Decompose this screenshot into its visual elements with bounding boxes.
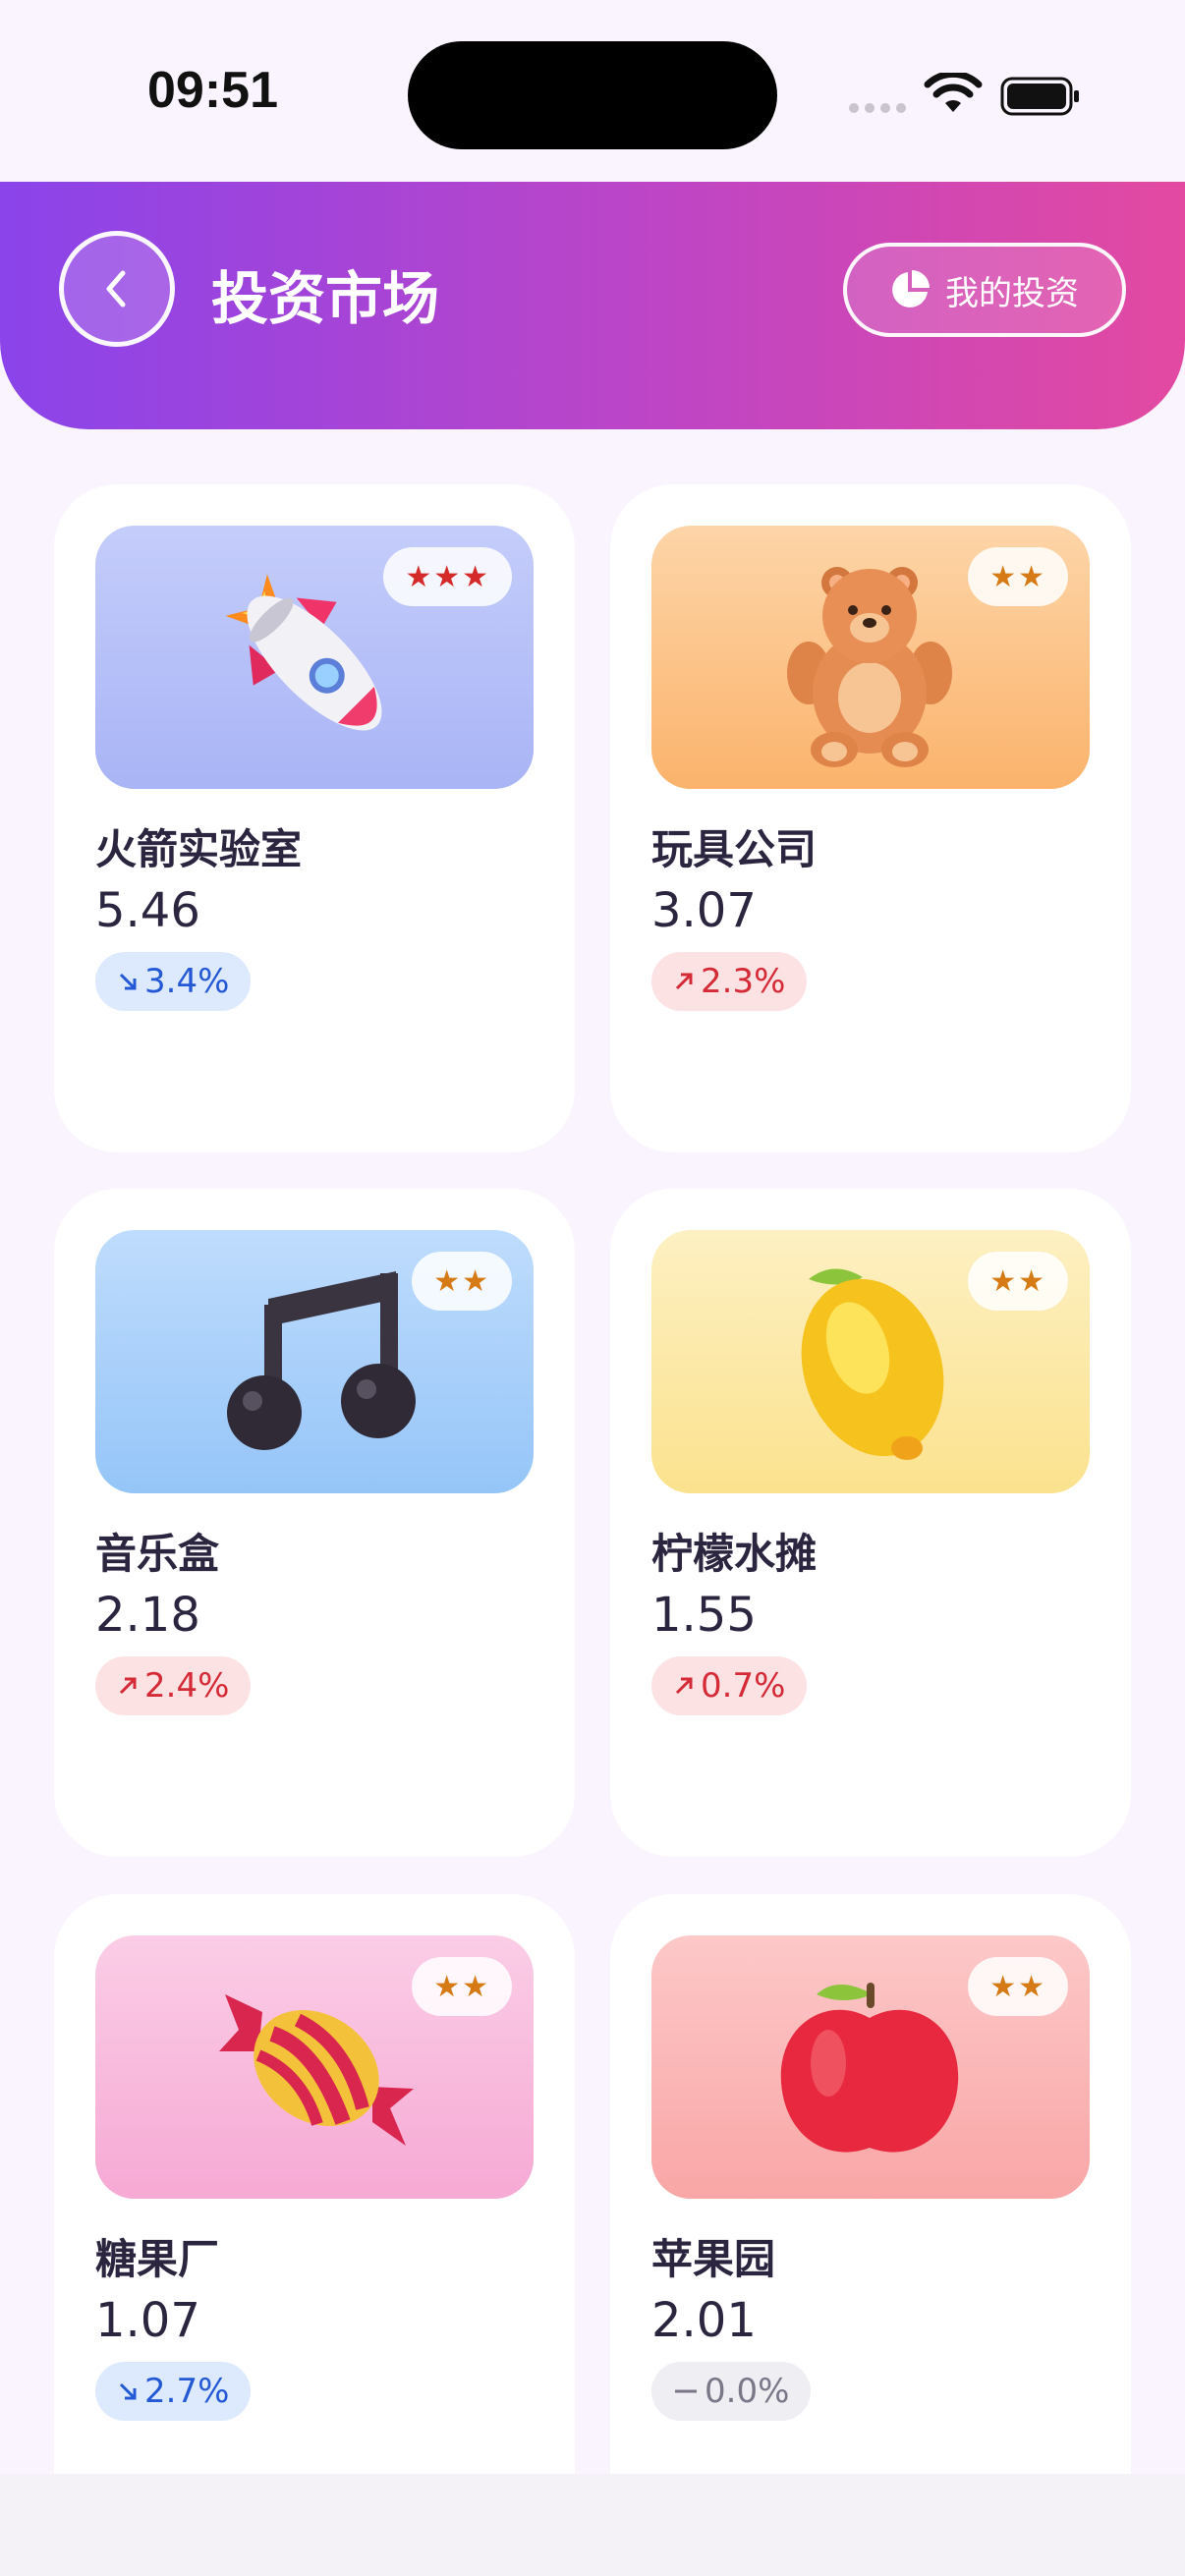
arrow-up-right-icon bbox=[675, 973, 693, 990]
card-thumbnail: ★★ bbox=[651, 526, 1090, 789]
card-name: 玩具公司 bbox=[651, 825, 818, 873]
market-card[interactable]: ★★ 糖果厂 1.07 2.7% bbox=[54, 1894, 575, 2474]
market-card[interactable]: ★★ 玩具公司 3.07 2.3% bbox=[610, 484, 1131, 1152]
rating-stars: ★★ bbox=[412, 1957, 512, 2016]
arrow-down-right-icon bbox=[119, 973, 137, 990]
header-bar: 投资市场 我的投资 bbox=[0, 182, 1185, 429]
cellular-signal-icon bbox=[849, 103, 906, 113]
dash-icon bbox=[675, 2389, 697, 2393]
card-name: 火箭实验室 bbox=[95, 825, 303, 873]
status-bar: 09:51 bbox=[0, 0, 1185, 182]
pie-chart-icon bbox=[892, 270, 930, 308]
rating-stars: ★★★ bbox=[383, 547, 512, 606]
market-card[interactable]: ★★★ 火箭实验室 5.46 3.4% bbox=[54, 484, 575, 1152]
page-title: 投资市场 bbox=[211, 265, 440, 332]
market-card[interactable]: ★★ 苹果园 2.01 0.0% bbox=[610, 1894, 1131, 2474]
rating-stars: ★★ bbox=[412, 1252, 512, 1311]
card-price: 3.07 bbox=[651, 883, 757, 938]
status-time: 09:51 bbox=[147, 62, 278, 119]
card-name: 糖果厂 bbox=[95, 2235, 220, 2283]
bottom-background bbox=[0, 2474, 1185, 2576]
change-badge: 2.7% bbox=[95, 2362, 252, 2421]
change-badge: 0.7% bbox=[651, 1656, 808, 1715]
card-thumbnail: ★★★ bbox=[95, 526, 534, 789]
arrow-up-right-icon bbox=[119, 1677, 137, 1695]
change-badge: 0.0% bbox=[651, 2362, 812, 2421]
chevron-left-icon bbox=[106, 270, 126, 308]
card-thumbnail: ★★ bbox=[95, 1230, 534, 1493]
card-thumbnail: ★★ bbox=[651, 1935, 1090, 2199]
market-card[interactable]: ★★ 音乐盒 2.18 2.4% bbox=[54, 1189, 575, 1857]
card-name: 苹果园 bbox=[651, 2235, 776, 2283]
card-price: 2.18 bbox=[95, 1588, 200, 1643]
card-price: 1.55 bbox=[651, 1588, 757, 1643]
market-card[interactable]: ★★ 柠檬水摊 1.55 0.7% bbox=[610, 1189, 1131, 1857]
my-investment-button[interactable]: 我的投资 bbox=[843, 243, 1126, 337]
card-price: 5.46 bbox=[95, 883, 200, 938]
arrow-down-right-icon bbox=[119, 2382, 137, 2400]
card-name: 柠檬水摊 bbox=[651, 1530, 818, 1578]
my-investment-label: 我的投资 bbox=[945, 273, 1079, 313]
card-thumbnail: ★★ bbox=[95, 1935, 534, 2199]
battery-icon bbox=[1000, 77, 1079, 116]
change-badge: 3.4% bbox=[95, 952, 252, 1011]
rating-stars: ★★ bbox=[968, 1252, 1068, 1311]
change-badge: 2.3% bbox=[651, 952, 808, 1011]
back-button[interactable] bbox=[59, 231, 175, 347]
wifi-icon bbox=[924, 73, 983, 112]
card-price: 2.01 bbox=[651, 2293, 757, 2348]
card-thumbnail: ★★ bbox=[651, 1230, 1090, 1493]
card-name: 音乐盒 bbox=[95, 1530, 220, 1578]
arrow-up-right-icon bbox=[675, 1677, 693, 1695]
rating-stars: ★★ bbox=[968, 1957, 1068, 2016]
change-badge: 2.4% bbox=[95, 1656, 252, 1715]
card-price: 1.07 bbox=[95, 2293, 200, 2348]
dynamic-island bbox=[408, 41, 777, 149]
rating-stars: ★★ bbox=[968, 547, 1068, 606]
